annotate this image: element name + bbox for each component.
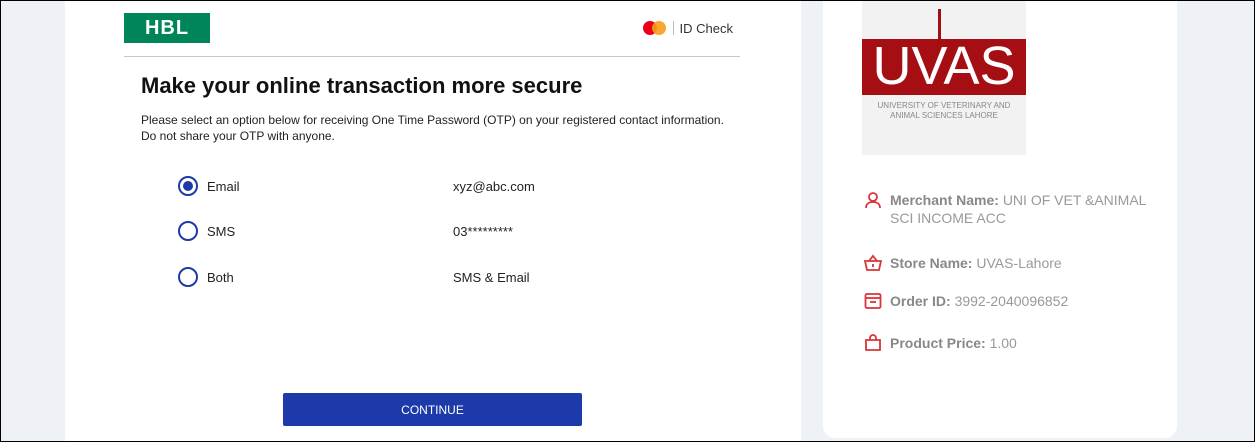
- merchant-name-row: Merchant Name: UNI OF VET &ANIMAL SCI IN…: [864, 191, 1154, 227]
- page-frame: HBL ID Check Make your online transactio…: [0, 0, 1255, 442]
- product-price-row: Product Price: 1.00: [864, 334, 1154, 352]
- merchant-info-card: UVAS UNIVERSITY OF VETERINARY AND ANIMAL…: [823, 1, 1177, 438]
- option-email-label: Email: [207, 178, 240, 194]
- instruction-text: Please select an option below for receiv…: [141, 113, 724, 143]
- basket-icon: [864, 254, 882, 272]
- option-both[interactable]: Both SMS & Email: [178, 265, 678, 289]
- archive-icon: [864, 292, 882, 310]
- store-name-row: Store Name: UVAS-Lahore: [864, 254, 1154, 272]
- option-sms[interactable]: SMS 03*********: [178, 219, 678, 243]
- mastercard-id-check: ID Check: [642, 18, 733, 38]
- option-both-label: Both: [207, 269, 234, 285]
- uvas-logo: UVAS UNIVERSITY OF VETERINARY AND ANIMAL…: [862, 1, 1026, 155]
- continue-button[interactable]: CONTINUE: [283, 393, 582, 426]
- product-price-label: Product Price:: [890, 335, 986, 351]
- radio-both[interactable]: [178, 267, 198, 287]
- user-icon: [864, 191, 882, 209]
- radio-email[interactable]: [178, 176, 198, 196]
- order-id-value: 3992-2040096852: [954, 293, 1069, 309]
- mastercard-logo-icon: [642, 21, 667, 35]
- uvas-logo-subtitle: UNIVERSITY OF VETERINARY AND ANIMAL SCIE…: [877, 101, 1011, 120]
- id-check-label: ID Check: [679, 20, 733, 36]
- store-name-value: UVAS-Lahore: [976, 255, 1062, 271]
- product-price-value: 1.00: [989, 335, 1017, 351]
- shopping-bag-icon: [864, 334, 882, 352]
- header-divider: [124, 56, 740, 57]
- uvas-logo-text: UVAS: [872, 36, 1016, 96]
- option-sms-value: 03*********: [453, 223, 513, 239]
- option-both-value: SMS & Email: [453, 269, 530, 285]
- separator: [672, 21, 674, 35]
- hbl-logo: HBL: [124, 13, 210, 43]
- option-sms-label: SMS: [207, 223, 236, 239]
- order-id-row: Order ID: 3992-2040096852: [864, 292, 1154, 310]
- order-id-label: Order ID:: [890, 293, 951, 309]
- merchant-name-label: Merchant Name:: [890, 192, 999, 208]
- store-name-label: Store Name:: [890, 255, 973, 271]
- otp-panel: HBL ID Check Make your online transactio…: [65, 1, 801, 441]
- page-title: Make your online transaction more secure: [141, 73, 583, 98]
- radio-sms[interactable]: [178, 221, 198, 241]
- option-email[interactable]: Email xyz@abc.com: [178, 174, 678, 198]
- option-email-value: xyz@abc.com: [453, 178, 535, 194]
